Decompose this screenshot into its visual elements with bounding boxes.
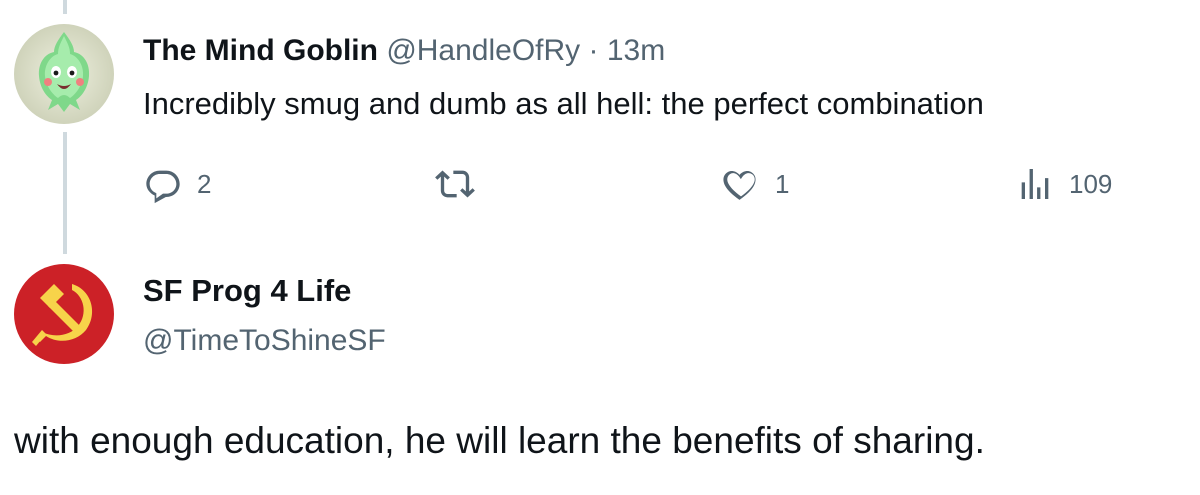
- like-button[interactable]: 1: [721, 160, 789, 208]
- like-count: 1: [775, 168, 790, 199]
- tweet-header: The Mind Goblin @HandleOfRy · 13m: [143, 33, 665, 69]
- heart-icon: [723, 170, 756, 200]
- reply-count: 2: [197, 168, 212, 199]
- user-handle[interactable]: @HandleOfRy: [386, 34, 580, 67]
- views-count: 109: [1069, 168, 1113, 199]
- user-handle[interactable]: @TimeToShineSF: [143, 322, 386, 360]
- sf-prog-avatar[interactable]: [14, 264, 114, 364]
- display-name[interactable]: The Mind Goblin: [143, 34, 378, 67]
- ghost-goblin-icon: [14, 24, 114, 124]
- retweet-icon: [435, 170, 475, 198]
- tweet-action-bar: 2 1 109: [143, 160, 1153, 208]
- thread-connector-line: [63, 132, 67, 254]
- timestamp[interactable]: 13m: [607, 34, 665, 67]
- reply-icon: [146, 170, 180, 204]
- retweet-button[interactable]: [435, 160, 489, 208]
- hammer-sickle-icon: [14, 264, 114, 364]
- reply-button[interactable]: 2: [143, 160, 211, 208]
- separator-dot: ·: [588, 34, 599, 67]
- tweet-text: with enough education, he will learn the…: [14, 420, 985, 461]
- thread-connector-line: [63, 0, 67, 14]
- views-button[interactable]: 109: [1015, 160, 1112, 208]
- goblin-avatar[interactable]: [14, 24, 114, 124]
- views-icon: [1021, 169, 1049, 199]
- display-name[interactable]: SF Prog 4 Life: [143, 272, 351, 310]
- tweet-text: Incredibly smug and dumb as all hell: th…: [143, 86, 984, 121]
